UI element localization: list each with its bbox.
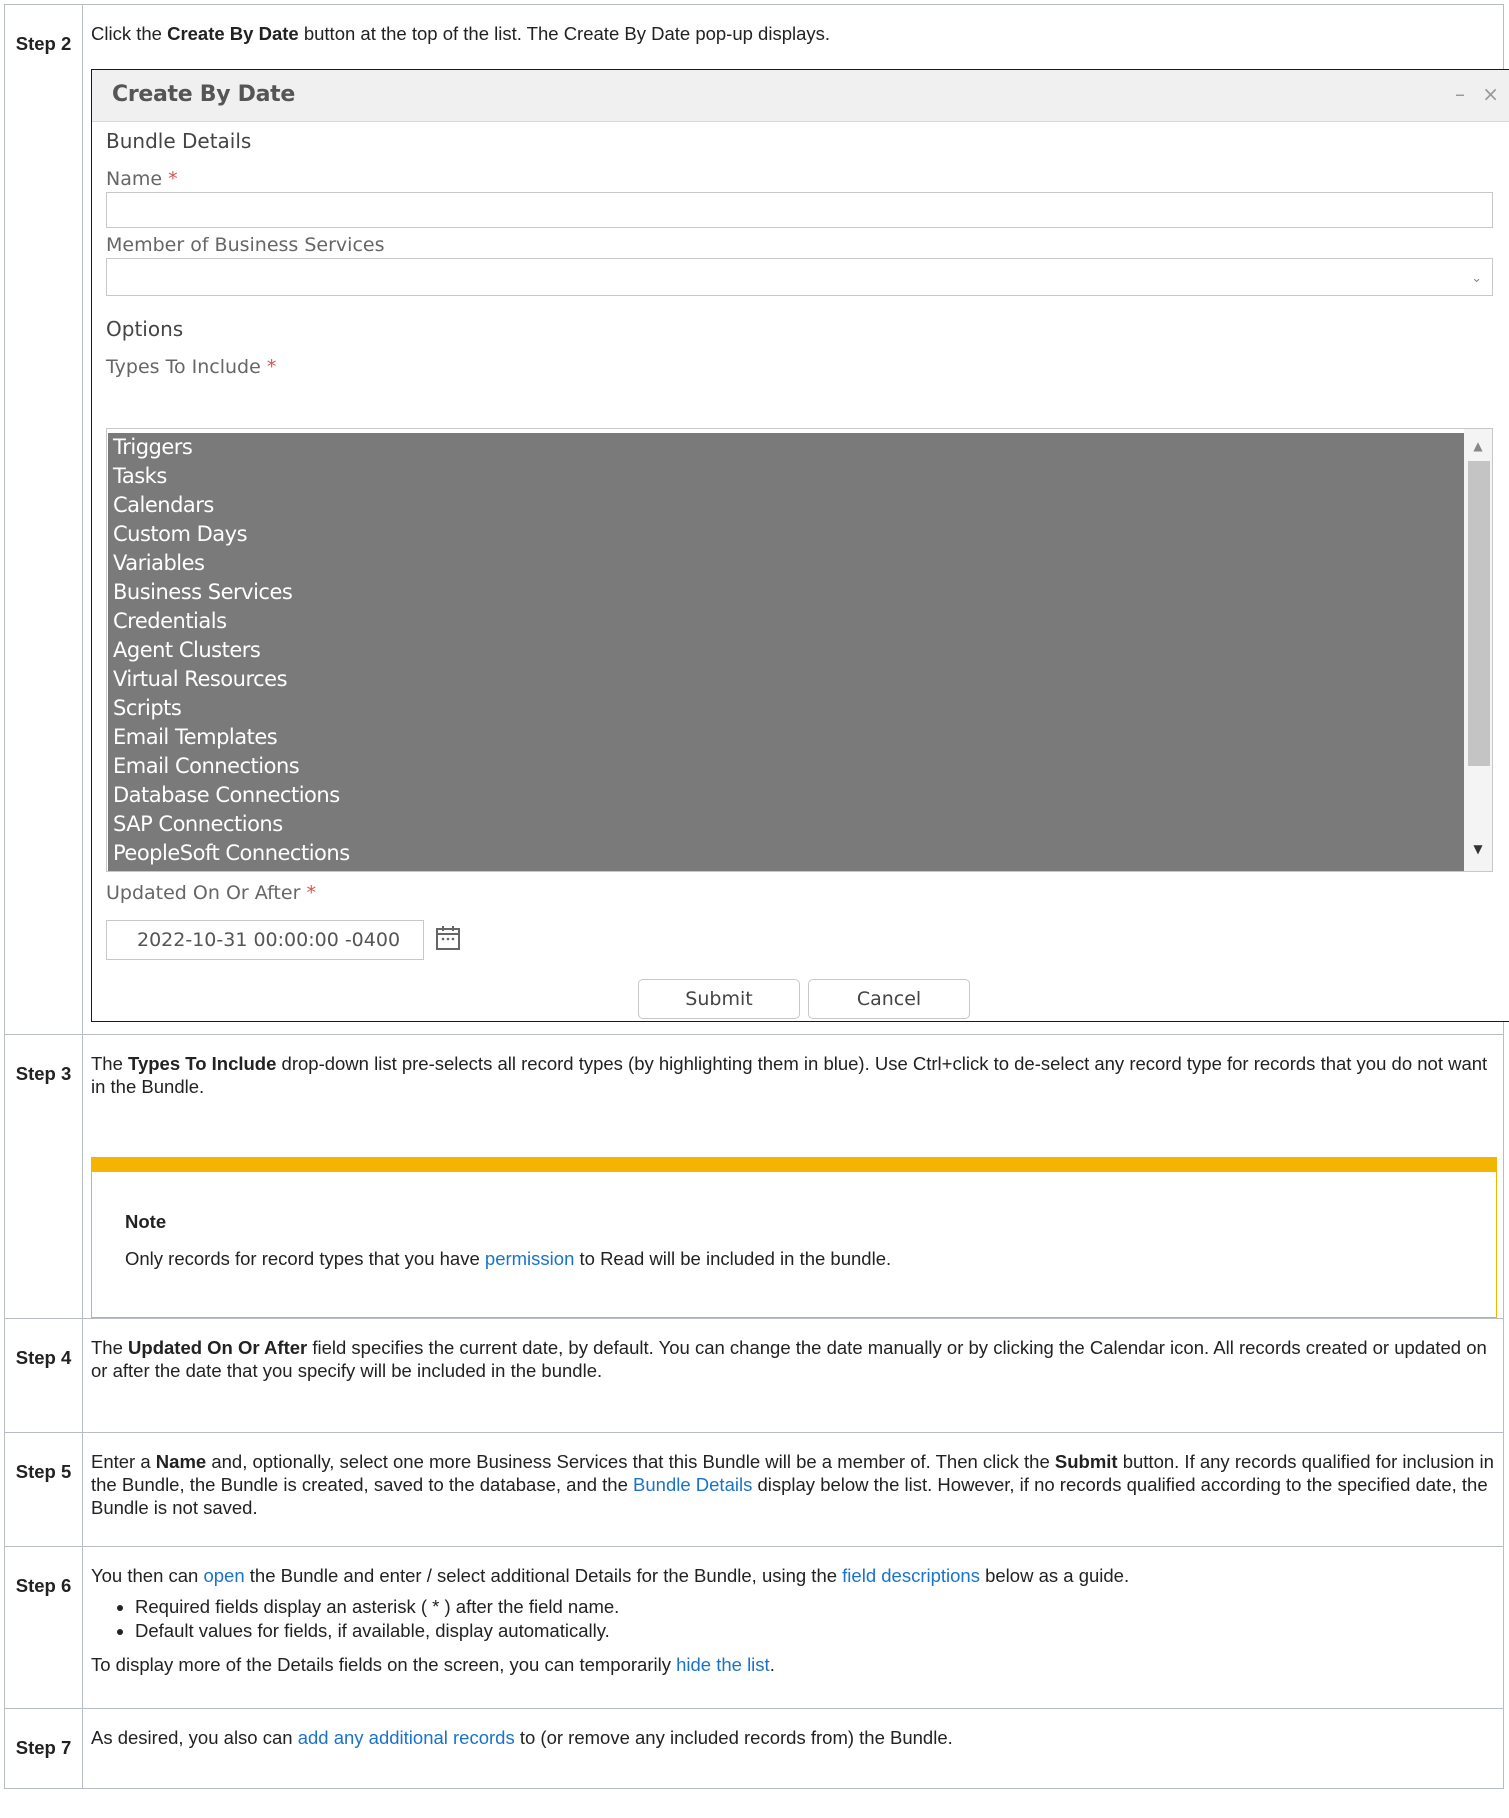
types-list-item[interactable]: Business Services [108, 578, 1464, 607]
cancel-button[interactable]: Cancel [808, 979, 970, 1019]
bullet-list: Required fields display an asterisk ( * … [91, 1595, 1499, 1643]
bundle-details-link[interactable]: Bundle Details [633, 1474, 752, 1495]
types-list-item[interactable]: Scripts [108, 694, 1464, 723]
step-content: The Updated On Or After field specifies … [82, 1318, 1504, 1433]
section-bundle-details: Bundle Details [106, 129, 252, 153]
step-label: Step 6 [4, 1546, 83, 1709]
step-text: Enter a Name and, optionally, select one… [91, 1451, 1494, 1518]
updated-label: Updated On Or After * [106, 882, 316, 904]
minimize-icon[interactable]: – [1455, 83, 1465, 106]
types-list-item[interactable]: Credentials [108, 607, 1464, 636]
step-text: As desired, you also can add any additio… [91, 1727, 953, 1748]
types-listbox[interactable]: Triggers Tasks Calendars Custom Days Variabl… [106, 428, 1493, 872]
listbox-scrollbar[interactable]: ▲ ▼ [1464, 429, 1492, 871]
add-records-link[interactable]: add any additional records [298, 1727, 515, 1748]
section-options: Options [106, 317, 184, 341]
step-text: To display more of the Details fields on… [91, 1654, 775, 1675]
step-row-4: Step 4 The Updated On Or After field spe… [4, 1318, 1504, 1433]
types-list-item[interactable]: PeopleSoft Connections [108, 839, 1464, 868]
scroll-down-icon[interactable]: ▼ [1464, 838, 1492, 861]
step-text: The Updated On Or After field specifies … [91, 1337, 1487, 1381]
types-list-item[interactable]: Virtual Resources [108, 665, 1464, 694]
types-list: Triggers Tasks Calendars Custom Days Variabl… [108, 433, 1464, 871]
create-by-date-dialog: Create By Date – × Bundle Details Name *… [91, 69, 1509, 1022]
step-content: Enter a Name and, optionally, select one… [82, 1432, 1504, 1547]
types-list-item[interactable]: Variables [108, 549, 1464, 578]
step-label: Step 2 [4, 4, 83, 1035]
types-list-item[interactable]: Agent Clusters [108, 636, 1464, 665]
note-box: Note Only records for record types that … [91, 1157, 1497, 1318]
chevron-down-icon: ⌄ [1471, 271, 1482, 286]
note-text: Only records for record types that you h… [125, 1248, 892, 1269]
member-select[interactable]: ⌄ [106, 258, 1493, 296]
types-list-item[interactable]: Calendars [108, 491, 1464, 520]
step-content: You then can open the Bundle and enter /… [82, 1546, 1504, 1709]
types-label: Types To Include * [106, 356, 277, 378]
close-icon[interactable]: × [1482, 83, 1499, 106]
hide-the-list-link[interactable]: hide the list [676, 1654, 770, 1675]
open-link[interactable]: open [203, 1565, 244, 1586]
scroll-thumb[interactable] [1468, 461, 1490, 766]
list-item: Default values for fields, if available,… [135, 1619, 1499, 1643]
step-label: Step 4 [4, 1318, 83, 1433]
step-text: The Types To Include drop-down list pre-… [91, 1053, 1488, 1097]
dialog-header: Create By Date – × [92, 70, 1509, 122]
step-row-5: Step 5 Enter a Name and, optionally, sel… [4, 1432, 1504, 1547]
step-row-3: Step 3 The Types To Include drop-down li… [4, 1034, 1504, 1319]
list-item: Required fields display an asterisk ( * … [135, 1595, 1499, 1619]
name-label: Name * [106, 168, 178, 190]
submit-button[interactable]: Submit [638, 979, 800, 1019]
types-list-item[interactable]: Email Connections [108, 752, 1464, 781]
types-list-item[interactable]: SAP Connections [108, 810, 1464, 839]
updated-date-input[interactable]: 2022-10-31 00:00:00 -0400 [106, 920, 424, 960]
steps-table: Step 2 Click the Create By Date button a… [4, 4, 1509, 1789]
types-list-item[interactable]: Database Connections [108, 781, 1464, 810]
types-list-item[interactable]: Email Templates [108, 723, 1464, 752]
step-label: Step 7 [4, 1708, 83, 1789]
step-content: The Types To Include drop-down list pre-… [82, 1034, 1504, 1319]
permission-link[interactable]: permission [485, 1248, 574, 1269]
name-input[interactable] [106, 192, 1493, 228]
step-row-2: Step 2 Click the Create By Date button a… [4, 4, 1509, 1035]
step-label: Step 5 [4, 1432, 83, 1547]
step-content: Click the Create By Date button at the t… [82, 4, 1509, 1035]
step-label: Step 3 [4, 1034, 83, 1319]
field-descriptions-link[interactable]: field descriptions [842, 1565, 980, 1586]
member-label: Member of Business Services [106, 234, 385, 256]
step-text: You then can open the Bundle and enter /… [91, 1565, 1130, 1586]
calendar-icon[interactable] [434, 924, 462, 952]
types-list-item[interactable]: Tasks [108, 462, 1464, 491]
step-content: As desired, you also can add any additio… [82, 1708, 1504, 1789]
step-row-7: Step 7 As desired, you also can add any … [4, 1708, 1504, 1789]
step-text: Click the Create By Date button at the t… [91, 23, 831, 44]
step-row-6: Step 6 You then can open the Bundle and … [4, 1546, 1504, 1709]
types-list-item[interactable]: Custom Days [108, 520, 1464, 549]
types-list-item[interactable]: Triggers [108, 433, 1464, 462]
scroll-up-icon[interactable]: ▲ [1464, 435, 1492, 458]
dialog-title: Create By Date [112, 82, 295, 107]
note-title: Note [125, 1211, 167, 1232]
